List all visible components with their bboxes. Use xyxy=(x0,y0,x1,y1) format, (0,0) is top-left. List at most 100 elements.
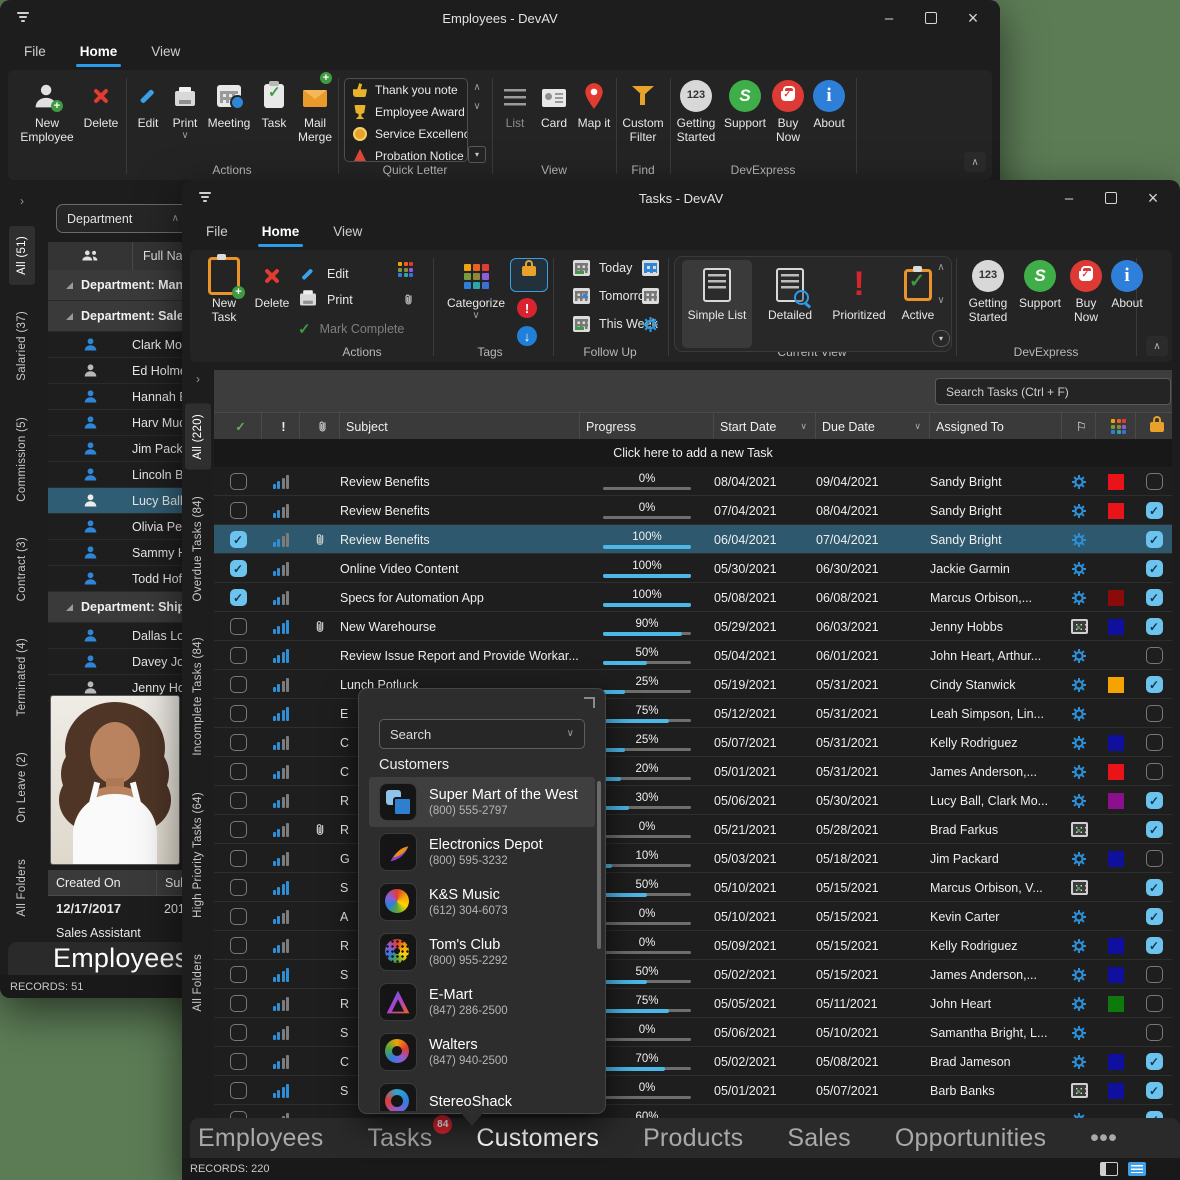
task-checkbox[interactable] xyxy=(230,589,247,606)
getting-started-button[interactable]: 123 Getting Started xyxy=(962,258,1014,324)
attachment-icon[interactable] xyxy=(402,292,415,307)
employees-titlebar[interactable]: Employees - DevAV – × xyxy=(0,0,1000,36)
category-color[interactable] xyxy=(1108,735,1124,751)
task-checkbox[interactable] xyxy=(230,1082,247,1099)
calendar-grid-icon[interactable] xyxy=(1062,612,1096,641)
customer-item-k-s-music[interactable]: K&S Music (612) 304-6073 xyxy=(369,877,595,927)
gear-icon[interactable] xyxy=(1062,554,1096,583)
complete-checkbox[interactable] xyxy=(1146,473,1163,490)
print-button[interactable]: Print xyxy=(298,292,353,307)
task-checkbox[interactable] xyxy=(230,1111,247,1118)
task-checkbox[interactable] xyxy=(230,705,247,722)
prioritized-button[interactable]: ! Prioritized xyxy=(826,264,892,323)
category-color[interactable] xyxy=(1108,1083,1124,1099)
task-checkbox[interactable] xyxy=(230,995,247,1012)
calendar-grid-icon[interactable] xyxy=(1062,873,1096,902)
gear-icon[interactable] xyxy=(1062,902,1096,931)
task-checkbox[interactable] xyxy=(230,1024,247,1041)
gallery-down-icon[interactable]: ∨ xyxy=(473,101,480,112)
sidebar-tab-all-220[interactable]: All (220) xyxy=(185,404,211,470)
category-color[interactable] xyxy=(1108,793,1124,809)
menu-tab-file[interactable]: File xyxy=(20,40,50,63)
category-color[interactable] xyxy=(1108,590,1124,606)
category-color[interactable] xyxy=(1108,938,1124,954)
sidebar-tab-terminated-4[interactable]: Terminated (4) xyxy=(9,628,35,726)
category-color[interactable] xyxy=(1108,967,1124,983)
task-checkbox[interactable] xyxy=(230,937,247,954)
lock-toggle-button[interactable] xyxy=(510,258,548,292)
mail-merge-button[interactable]: + Mail Merge xyxy=(294,78,336,144)
complete-checkbox[interactable] xyxy=(1146,908,1163,925)
today-button[interactable]: Today xyxy=(573,260,632,276)
new-employee-button[interactable]: + New Employee xyxy=(20,78,74,144)
close-button[interactable]: × xyxy=(1132,183,1174,213)
delete-button[interactable]: Delete xyxy=(78,78,124,131)
gear-icon[interactable] xyxy=(1062,699,1096,728)
edit-button[interactable]: Edit xyxy=(298,264,349,284)
nav-tab-tasks[interactable]: Tasks 84 xyxy=(367,1124,432,1153)
start-date-column-header[interactable]: Start Date∨ xyxy=(714,413,816,440)
task-checkbox[interactable] xyxy=(230,531,247,548)
sidebar-tab-high-priority-tasks-64[interactable]: High Priority Tasks (64) xyxy=(185,782,211,928)
maximize-button[interactable] xyxy=(910,3,952,33)
sidebar-expand-icon[interactable]: › xyxy=(20,194,24,208)
complete-checkbox[interactable] xyxy=(1146,705,1163,722)
gear-icon[interactable] xyxy=(1062,1105,1096,1118)
menu-tab-home[interactable]: Home xyxy=(258,220,304,243)
customer-item-super-mart-of-the-west[interactable]: Super Mart of the West (800) 555-2797 xyxy=(369,777,595,827)
task-checkbox[interactable] xyxy=(230,618,247,635)
about-button[interactable]: i About xyxy=(808,78,850,131)
gear-icon[interactable] xyxy=(1062,1047,1096,1076)
category-column-header[interactable] xyxy=(1096,413,1136,440)
nav-tab-employees[interactable]: Employees xyxy=(53,943,188,974)
task-checkbox[interactable] xyxy=(230,647,247,664)
nav-tab-item[interactable]: ••• xyxy=(1090,1124,1117,1153)
sidebar-tab-commission-5[interactable]: Commission (5) xyxy=(9,407,35,512)
attachment-column-header[interactable] xyxy=(300,413,340,440)
category-color[interactable] xyxy=(1108,474,1124,490)
menu-tab-home[interactable]: Home xyxy=(76,40,122,63)
complete-checkbox[interactable] xyxy=(1146,937,1163,954)
quick-letter-item-thank-you-note[interactable]: Thank you note xyxy=(345,79,467,101)
gear-icon[interactable] xyxy=(1062,786,1096,815)
menu-tab-file[interactable]: File xyxy=(202,220,232,243)
flag-column-header[interactable]: ⚐ xyxy=(1062,413,1096,440)
ribbon-collapse-icon[interactable]: ∧ xyxy=(1146,336,1168,356)
complete-checkbox[interactable] xyxy=(1146,502,1163,519)
task-row-review-benefits[interactable]: Review Benefits 100% 06/04/2021 07/04/20… xyxy=(214,525,1172,554)
customer-item-tom-s-club[interactable]: Tom's Club (800) 955-2292 xyxy=(369,927,595,977)
gear-icon[interactable] xyxy=(1062,670,1096,699)
task-row-specs-for-automation-app[interactable]: Specs for Automation App 100% 05/08/2021… xyxy=(214,583,1172,612)
assign-icon[interactable] xyxy=(398,262,413,277)
customer-item-walters[interactable]: Walters (847) 940-2500 xyxy=(369,1027,595,1077)
sidebar-tab-all-folders[interactable]: All Folders xyxy=(9,849,35,927)
created-on-column[interactable]: Created On xyxy=(48,876,156,890)
custom-filter-button[interactable]: Custom Filter xyxy=(619,78,667,144)
nav-tab-opportunities[interactable]: Opportunities xyxy=(895,1124,1046,1153)
task-checkbox[interactable] xyxy=(230,908,247,925)
complete-checkbox[interactable] xyxy=(1146,763,1163,780)
complete-checkbox[interactable] xyxy=(1146,647,1163,664)
sidebar-tab-contract-3[interactable]: Contract (3) xyxy=(9,527,35,611)
delete-button[interactable]: Delete xyxy=(250,258,294,311)
complete-checkbox[interactable] xyxy=(1146,1082,1163,1099)
task-checkbox[interactable] xyxy=(230,473,247,490)
gear-icon[interactable] xyxy=(1062,467,1096,496)
task-checkbox[interactable] xyxy=(230,879,247,896)
complete-checkbox[interactable] xyxy=(1146,676,1163,693)
task-row-new-warehourse[interactable]: New Warehourse 90% 05/29/2021 06/03/2021… xyxy=(214,612,1172,641)
popup-scrollbar[interactable] xyxy=(597,781,601,949)
sidebar-tab-on-leave-2[interactable]: On Leave (2) xyxy=(9,742,35,833)
complete-checkbox[interactable] xyxy=(1146,995,1163,1012)
category-color[interactable] xyxy=(1108,851,1124,867)
card-view-icon[interactable] xyxy=(1128,1162,1146,1176)
sidebar-tab-overdue-tasks-84[interactable]: Overdue Tasks (84) xyxy=(185,486,211,612)
complete-checkbox[interactable] xyxy=(1146,618,1163,635)
gallery-more-icon[interactable]: ▾ xyxy=(468,146,486,163)
no-date-button[interactable] xyxy=(642,288,659,304)
complete-checkbox[interactable] xyxy=(1146,734,1163,751)
complete-checkbox[interactable] xyxy=(1146,1111,1163,1118)
calendar-grid-icon[interactable] xyxy=(1062,815,1096,844)
simple-list-button[interactable]: Simple List xyxy=(682,260,752,348)
progress-column-header[interactable]: Progress xyxy=(580,413,714,440)
